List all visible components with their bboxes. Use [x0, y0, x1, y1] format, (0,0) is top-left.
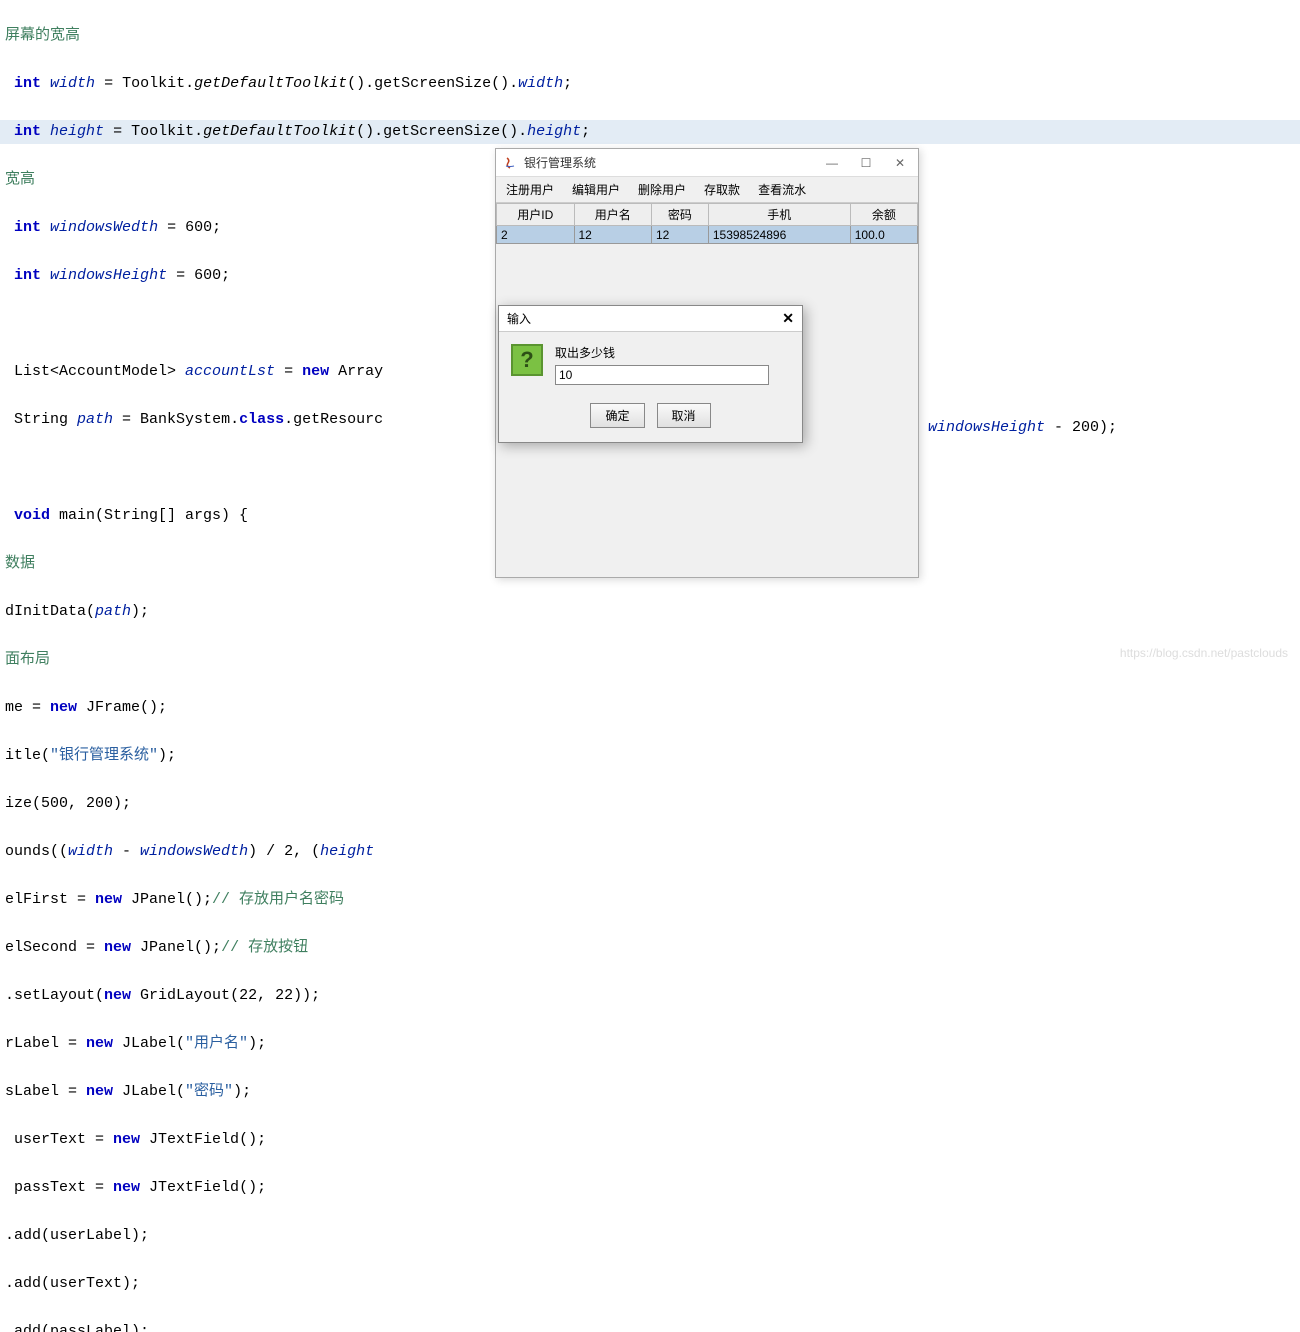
maximize-button[interactable]: ☐ — [858, 155, 874, 171]
cell-phone[interactable]: 15398524896 — [708, 226, 850, 244]
cell-password[interactable]: 12 — [652, 226, 709, 244]
table-header-row: 用户ID 用户名 密码 手机 余额 — [497, 204, 918, 226]
dialog-close-button[interactable]: ✕ — [782, 310, 794, 327]
menubar: 注册用户 编辑用户 删除用户 存取款 查看流水 — [496, 177, 918, 203]
col-userid[interactable]: 用户ID — [497, 204, 575, 226]
current-line: int height = Toolkit.getDefaultToolkit()… — [0, 120, 1300, 144]
watermark: https://blog.csdn.net/pastclouds — [1120, 646, 1288, 660]
amount-input[interactable] — [555, 365, 769, 385]
close-button[interactable]: ✕ — [892, 155, 908, 171]
question-icon: ? — [511, 344, 543, 376]
minimize-button[interactable]: — — [824, 155, 840, 171]
ok-button[interactable]: 确定 — [590, 403, 644, 428]
col-balance[interactable]: 余额 — [850, 204, 917, 226]
dialog-titlebar[interactable]: 输入 ✕ — [499, 306, 802, 332]
cell-userid[interactable]: 2 — [497, 226, 575, 244]
cell-username[interactable]: 12 — [574, 226, 652, 244]
window-title: 银行管理系统 — [524, 154, 824, 171]
menu-delete[interactable]: 删除用户 — [634, 179, 690, 200]
col-password[interactable]: 密码 — [652, 204, 709, 226]
cell-balance[interactable]: 100.0 — [850, 226, 917, 244]
menu-deposit[interactable]: 存取款 — [700, 179, 744, 200]
menu-register[interactable]: 注册用户 — [502, 179, 558, 200]
table-area: 用户ID 用户名 密码 手机 余额 2 12 12 15398524896 10… — [496, 203, 918, 244]
table-row[interactable]: 2 12 12 15398524896 100.0 — [497, 226, 918, 244]
code-trail: windowsHeight - 200); — [928, 419, 1117, 436]
comment: 屏幕的宽高 — [5, 27, 80, 44]
titlebar[interactable]: 银行管理系统 — ☐ ✕ — [496, 149, 918, 177]
menu-edit[interactable]: 编辑用户 — [568, 179, 624, 200]
menu-transactions[interactable]: 查看流水 — [754, 179, 810, 200]
cancel-button[interactable]: 取消 — [657, 403, 711, 428]
accounts-table[interactable]: 用户ID 用户名 密码 手机 余额 2 12 12 15398524896 10… — [496, 203, 918, 244]
dialog-prompt: 取出多少钱 — [555, 344, 790, 361]
dialog-title: 输入 — [507, 310, 782, 327]
col-phone[interactable]: 手机 — [708, 204, 850, 226]
col-username[interactable]: 用户名 — [574, 204, 652, 226]
java-icon — [502, 155, 518, 171]
input-dialog: 输入 ✕ ? 取出多少钱 确定 取消 — [498, 305, 803, 443]
